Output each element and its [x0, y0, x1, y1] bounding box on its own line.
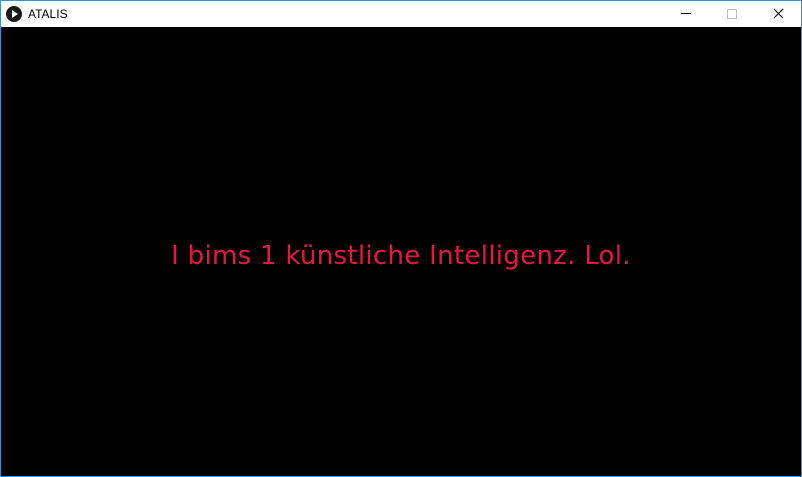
play-circle-icon[interactable]	[6, 6, 22, 22]
app-window: ATALIS I bims 1 künstliche Intelligenz. …	[0, 0, 802, 477]
app-canvas[interactable]: I bims 1 künstliche Intelligenz. Lol.	[1, 27, 801, 476]
minimize-button[interactable]	[663, 1, 709, 27]
title-bar[interactable]: ATALIS	[1, 1, 801, 27]
close-button[interactable]	[755, 1, 801, 27]
maximize-button[interactable]	[709, 1, 755, 27]
window-title: ATALIS	[28, 7, 68, 21]
canvas-message: I bims 1 künstliche Intelligenz. Lol.	[171, 241, 631, 271]
